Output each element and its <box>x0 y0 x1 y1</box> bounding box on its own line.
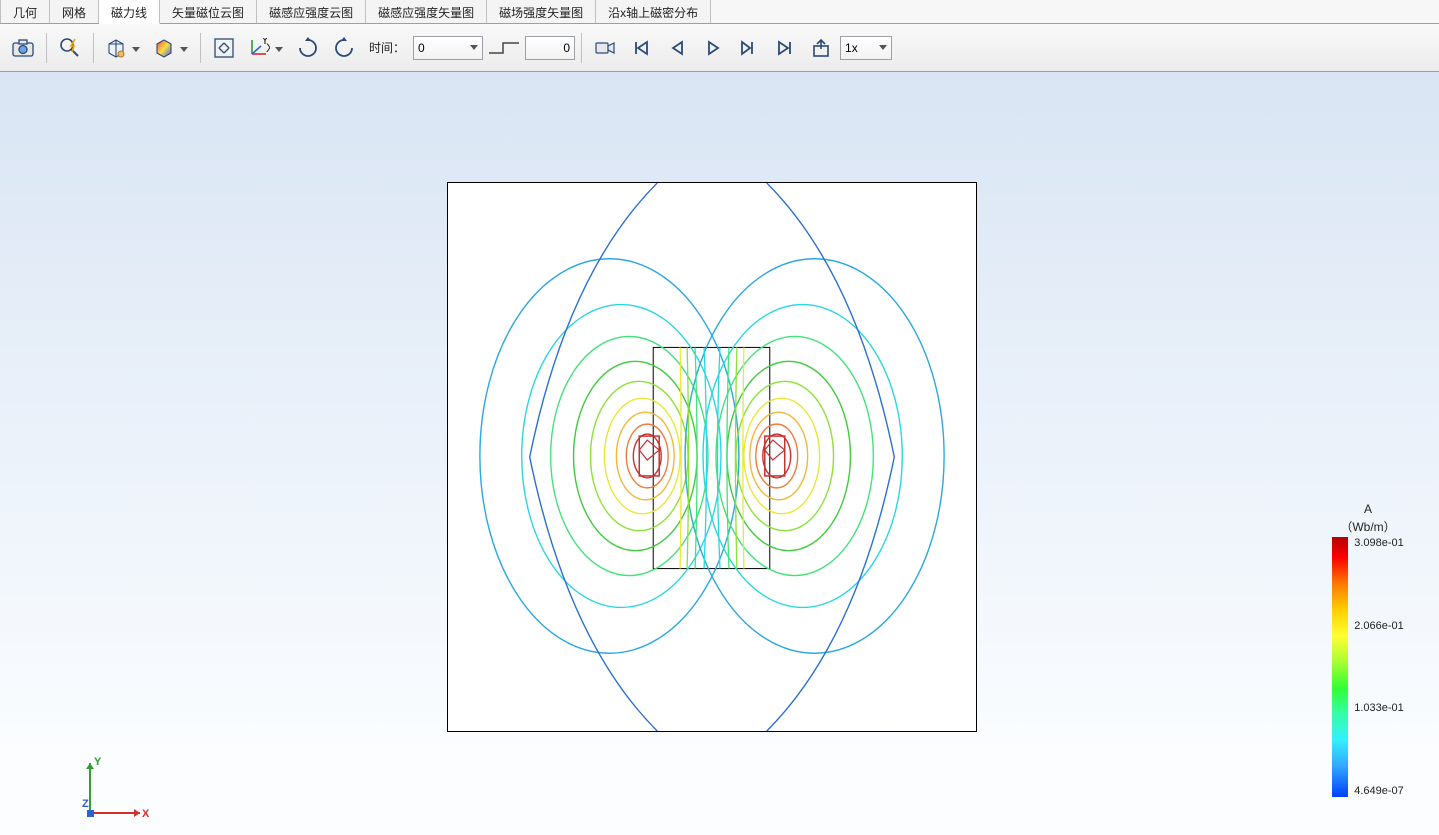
rotate-ccw-button[interactable] <box>327 31 361 65</box>
boundary-display-dropdown[interactable] <box>148 31 194 65</box>
frame-number-field[interactable]: 0 <box>525 36 575 60</box>
tab-flux-density-cloud[interactable]: 磁感应强度云图 <box>257 0 366 23</box>
tab-mesh[interactable]: 网格 <box>50 0 99 23</box>
export-animation-button[interactable] <box>804 31 838 65</box>
graphics-canvas[interactable]: X Y Z A （Wb/m） 3.098e-01 2.066e-01 1.033… <box>0 72 1439 835</box>
step-forward-icon <box>739 39 759 57</box>
separator <box>581 33 582 63</box>
separator <box>200 33 201 63</box>
colorbar <box>1332 537 1348 797</box>
tab-fieldlines[interactable]: 磁力线 <box>99 0 160 24</box>
playback-speed-value: 1x <box>845 41 879 55</box>
auto-update-button[interactable] <box>53 31 87 65</box>
time-label: 时间： <box>369 39 405 56</box>
camera-snapshot-button[interactable] <box>6 31 40 65</box>
last-frame-button[interactable] <box>768 31 802 65</box>
colorbar-tick: 2.066e-01 <box>1354 620 1404 632</box>
tab-field-strength-vector[interactable]: 磁场强度矢量图 <box>487 0 596 23</box>
axis-x-label: X <box>142 808 150 820</box>
skip-first-icon <box>632 39 650 57</box>
separator <box>93 33 94 63</box>
record-button[interactable] <box>588 31 622 65</box>
rotate-cw-button[interactable] <box>291 31 325 65</box>
skip-last-icon <box>776 39 794 57</box>
geometry-display-dropdown[interactable] <box>100 31 146 65</box>
frame-number-value: 0 <box>530 41 570 55</box>
tab-along-x-axis[interactable]: 沿x轴上磁密分布 <box>596 0 711 23</box>
colorbar-tick: 3.098e-01 <box>1354 537 1404 549</box>
view-tabs: 几何 网格 磁力线 矢量磁位云图 磁感应强度云图 磁感应强度矢量图 磁场强度矢量… <box>0 0 1439 24</box>
play-reverse-icon <box>669 39 685 57</box>
axis-triad: X Y Z <box>82 755 152 825</box>
contour-plot[interactable] <box>447 182 977 732</box>
colorbar-ticks: 3.098e-01 2.066e-01 1.033e-01 4.649e-07 <box>1354 537 1404 797</box>
cube-wire-icon <box>105 38 127 58</box>
svg-text:X: X <box>266 41 270 55</box>
export-icon <box>811 38 831 58</box>
fit-icon <box>213 37 235 59</box>
color-legend: A （Wb/m） 3.098e-01 2.066e-01 1.033e-01 4… <box>1323 502 1413 797</box>
legend-title-1: A <box>1323 502 1413 516</box>
camera-icon <box>12 39 34 57</box>
axis-z-label: Z <box>82 798 89 810</box>
xyz-axes-icon: YX <box>248 38 270 58</box>
play-button[interactable] <box>696 31 730 65</box>
step-function-icon <box>487 39 521 57</box>
magnifier-lightning-icon <box>59 37 81 59</box>
play-icon <box>705 39 721 57</box>
next-frame-button[interactable] <box>732 31 766 65</box>
tab-geometry[interactable]: 几何 <box>0 0 50 23</box>
time-dropdown[interactable]: 0 <box>413 36 483 60</box>
fit-view-button[interactable] <box>207 31 241 65</box>
colorbar-tick: 4.649e-07 <box>1354 785 1404 797</box>
tab-vector-potential[interactable]: 矢量磁位云图 <box>160 0 257 23</box>
legend-title-2: （Wb/m） <box>1323 518 1413 535</box>
colorbar-tick: 1.033e-01 <box>1354 702 1404 714</box>
time-value: 0 <box>418 41 470 55</box>
view-direction-dropdown[interactable]: YX <box>243 31 289 65</box>
tab-flux-density-vector[interactable]: 磁感应强度矢量图 <box>366 0 487 23</box>
rotate-cw-icon <box>297 37 319 59</box>
chevron-down-icon <box>879 45 887 50</box>
cube-rainbow-icon <box>153 38 175 58</box>
camcorder-icon <box>594 39 616 57</box>
separator <box>46 33 47 63</box>
prev-frame-button[interactable] <box>660 31 694 65</box>
first-frame-button[interactable] <box>624 31 658 65</box>
axis-y-label: Y <box>94 756 102 768</box>
playback-speed-dropdown[interactable]: 1x <box>840 36 892 60</box>
chevron-down-icon <box>470 45 478 50</box>
toolbar: YX 时间： 0 0 1x <box>0 24 1439 72</box>
rotate-ccw-icon <box>333 37 355 59</box>
